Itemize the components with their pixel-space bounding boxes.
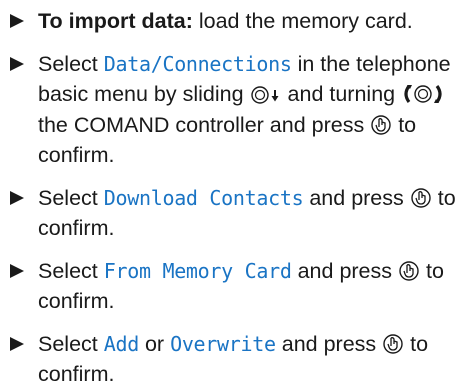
controller-turn-icon [401, 83, 445, 105]
controller-press-icon [382, 333, 404, 355]
step-select-from-memory-card: Select From Memory Card and press to con… [8, 256, 461, 317]
step-bullet-icon [10, 56, 24, 71]
step-text: Select [38, 331, 98, 356]
step-bullet-icon [10, 263, 24, 278]
step-select-add-or-overwrite: Select Add or Overwrite and press to con… [8, 329, 461, 390]
menu-item-from-memory-card: From Memory Card [103, 258, 292, 283]
step-text: or [144, 331, 165, 356]
menu-item-data-connections: Data/Connections [103, 51, 292, 76]
step-bullet-icon [10, 190, 24, 205]
instruction-list: To import data: load the memory card. Se… [0, 0, 469, 386]
step-text: and press [297, 258, 393, 283]
step-bullet-icon [10, 336, 24, 351]
step-text: the COMAND controller and press [38, 112, 365, 137]
step-bullet-icon [10, 14, 24, 28]
step-text: load the memory card. [198, 9, 413, 33]
step-text: and turning [287, 82, 396, 106]
controller-press-icon [410, 187, 432, 209]
step-text: and press [309, 185, 404, 210]
controller-slide-down-icon [250, 85, 282, 105]
menu-item-overwrite: Overwrite [170, 331, 276, 356]
controller-press-icon [398, 260, 420, 282]
step-text: Select [38, 258, 98, 283]
step-import-data: To import data: load the memory card. [8, 6, 461, 37]
step-text: and press [281, 331, 377, 356]
step-select-download-contacts: Select Download Contacts and press to co… [8, 183, 461, 244]
step-select-data-connections: Select Data/Connections in the telephone… [8, 49, 461, 171]
menu-item-add: Add [103, 331, 140, 356]
menu-item-download-contacts: Download Contacts [103, 185, 304, 210]
step-lead: To import data: [38, 9, 193, 33]
step-text: Select [38, 185, 98, 210]
controller-press-icon [370, 114, 392, 136]
step-text: Select [38, 51, 98, 76]
